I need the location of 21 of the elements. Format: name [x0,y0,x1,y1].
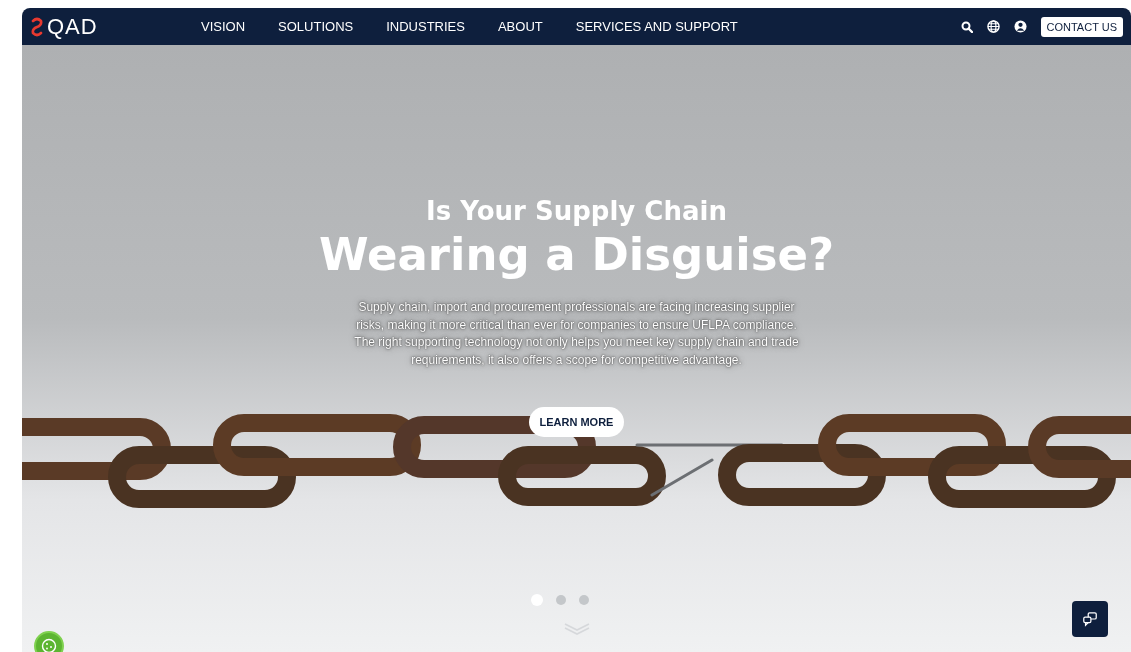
nav-link[interactable]: SERVICES AND SUPPORT [575,19,738,34]
cookie-icon [41,638,57,652]
logo-text: QAD [47,13,98,40]
carousel-dot[interactable] [556,595,566,605]
user-account-icon[interactable] [1013,20,1027,33]
carousel-dot[interactable] [579,595,589,605]
chat-button[interactable] [1072,601,1108,637]
nav-link[interactable]: SOLUTIONS [278,19,354,34]
learn-more-button[interactable]: LEARN MORE [528,407,625,437]
search-icon[interactable] [960,20,973,33]
hero-heading: Wearing a Disguise? [318,227,835,283]
cookie-settings-button[interactable] [34,631,64,652]
globe-icon[interactable] [986,20,1000,33]
logo[interactable]: QAD [30,13,180,40]
contact-us-button[interactable]: CONTACT US [1040,16,1123,37]
hero-subheading: Is Your Supply Chain [426,195,727,227]
chat-bubbles-icon [1082,611,1098,627]
nav-link[interactable]: VISION [201,19,246,34]
nav-link[interactable]: INDUSTRIES [386,19,465,34]
nav-link[interactable]: ABOUT [497,19,543,34]
swirl-logo-icon [30,16,44,37]
